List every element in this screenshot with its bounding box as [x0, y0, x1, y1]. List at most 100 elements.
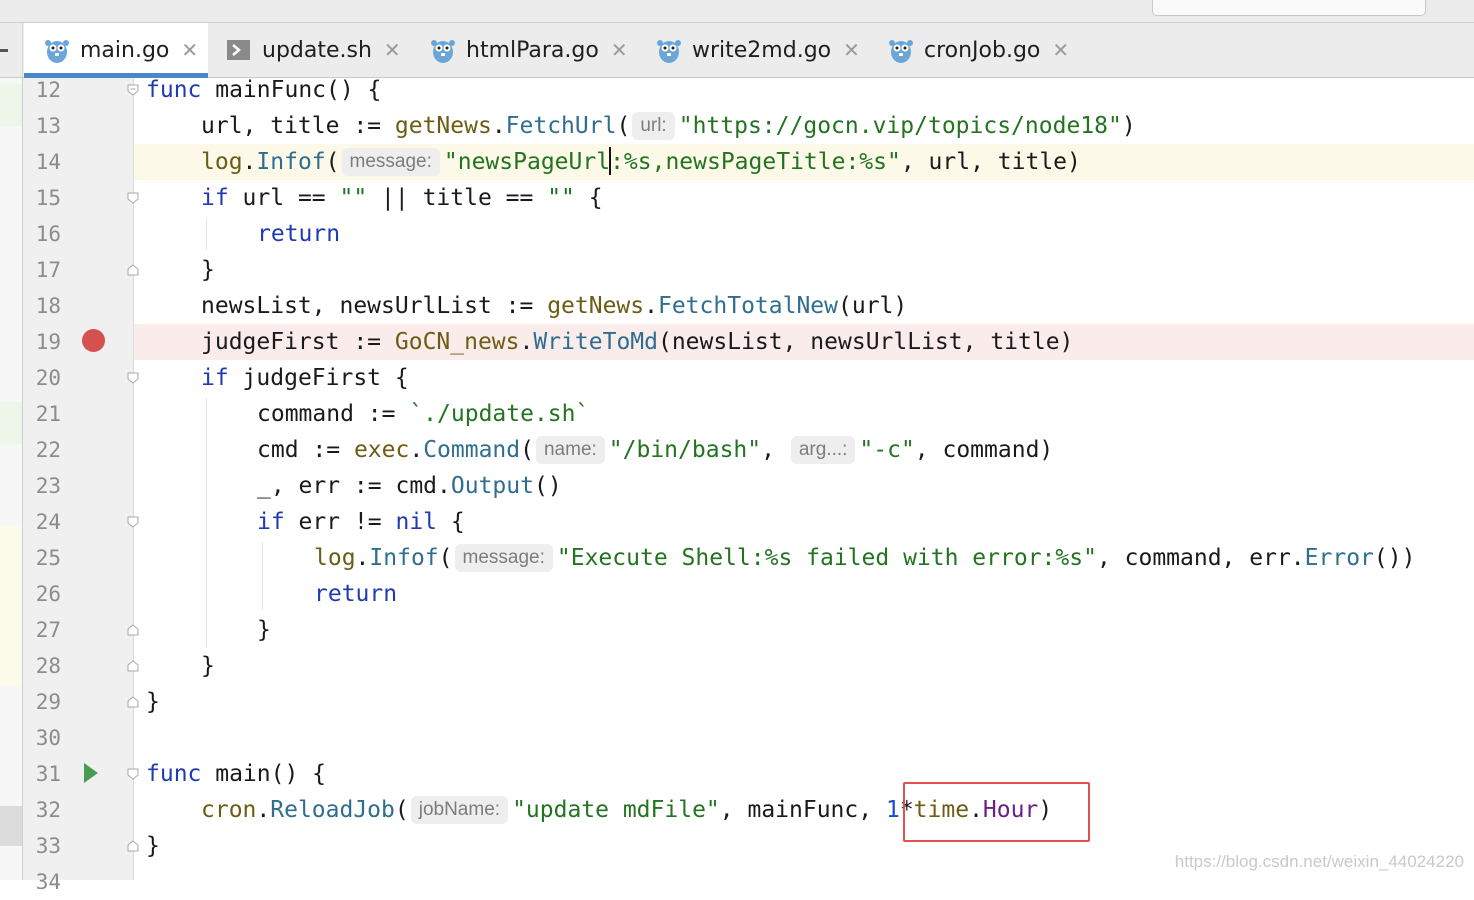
code-line-29[interactable]: 29 }	[0, 684, 1474, 720]
run-icon[interactable]	[84, 763, 98, 783]
code-line-13[interactable]: 13 url, title := getNews.FetchUrl(url: "h…	[0, 108, 1474, 144]
gopher-icon	[430, 36, 456, 64]
code-line-18[interactable]: 18 newsList, newsUrlList := getNews.Fetc…	[0, 288, 1474, 324]
code-line-22[interactable]: 22 cmd := exec.Command(name: "/bin/bash",…	[0, 432, 1474, 468]
code-line-27[interactable]: 27 }	[0, 612, 1474, 648]
fold-close-icon[interactable]	[127, 840, 139, 852]
code-line-21[interactable]: 21 command := `./update.sh`	[0, 396, 1474, 432]
watermark: https://blog.csdn.net/weixin_44024220	[1174, 852, 1464, 871]
code-text[interactable]: return	[257, 216, 340, 252]
close-tab-icon[interactable]: ✕	[843, 38, 860, 62]
code-line-28[interactable]: 28 }	[0, 648, 1474, 684]
code-text[interactable]: cmd := exec.Command(name: "/bin/bash", ar…	[257, 432, 1053, 468]
close-tab-icon[interactable]: ✕	[1052, 38, 1069, 62]
code-text[interactable]: if judgeFirst {	[201, 360, 409, 396]
parameter-hint: jobName:	[410, 796, 509, 824]
line-number: 32	[35, 798, 61, 822]
code-text[interactable]: }	[146, 684, 160, 720]
code-line-17[interactable]: 17 }	[0, 252, 1474, 288]
fold-close-icon[interactable]	[127, 660, 139, 672]
code-line-30[interactable]: 30	[0, 720, 1474, 756]
tab-cronjob-go[interactable]: cronJob.go ✕	[888, 23, 1069, 77]
line-number: 31	[35, 762, 61, 786]
close-tab-icon[interactable]: ✕	[181, 38, 198, 62]
code-text[interactable]: url, title := getNews.FetchUrl(url: "http…	[201, 108, 1136, 144]
gopher-icon	[656, 36, 682, 64]
code-text[interactable]: judgeFirst := GoCN_news.WriteToMd(newsLi…	[201, 324, 1073, 360]
editor-tab-bar: main.go ✕ update.sh ✕ htmlPara.go ✕ writ…	[0, 23, 1474, 78]
tab-update-sh[interactable]: update.sh ✕	[226, 23, 401, 77]
fold-close-icon[interactable]	[127, 264, 139, 276]
tab-label: main.go	[80, 37, 170, 63]
window-top-strip	[0, 0, 1474, 23]
code-text[interactable]: if err != nil {	[257, 504, 465, 540]
indent-guide	[206, 218, 207, 250]
line-number: 16	[35, 222, 61, 246]
fold-close-icon[interactable]	[127, 696, 139, 708]
code-text[interactable]: }	[201, 648, 215, 684]
close-tab-icon[interactable]: ✕	[611, 38, 628, 62]
code-text[interactable]: _, err := cmd.Output()	[257, 468, 562, 504]
code-line-14[interactable]: 14 log.Infof(message: "newsPageUrl:%s,new…	[0, 144, 1474, 180]
parameter-hint: url:	[632, 112, 675, 140]
parameter-hint: message:	[454, 544, 553, 572]
code-line-31[interactable]: 31 func main() {	[0, 756, 1474, 792]
code-line-25[interactable]: 25 log.Infof(message: "Execute Shell:%s f…	[0, 540, 1474, 576]
code-text[interactable]: command := `./update.sh`	[257, 396, 589, 432]
line-number: 28	[35, 654, 61, 678]
search-field[interactable]	[1152, 0, 1426, 16]
line-number: 19	[35, 330, 61, 354]
tab-scroll-left[interactable]	[0, 23, 23, 77]
code-text[interactable]: log.Infof(message: "Execute Shell:%s fail…	[314, 540, 1415, 576]
line-number: 33	[35, 834, 61, 858]
code-line-23[interactable]: 23 _, err := cmd.Output()	[0, 468, 1474, 504]
line-number: 18	[35, 294, 61, 318]
tab-label: cronJob.go	[924, 37, 1041, 63]
code-line-20[interactable]: 20 if judgeFirst {	[0, 360, 1474, 396]
line-number: 23	[35, 474, 61, 498]
fold-open-icon[interactable]	[127, 516, 139, 528]
fold-close-icon[interactable]	[127, 624, 139, 636]
close-tab-icon[interactable]: ✕	[384, 38, 401, 62]
tab-htmlpara-go[interactable]: htmlPara.go ✕	[430, 23, 628, 77]
line-number: 30	[35, 726, 61, 750]
line-number: 34	[35, 870, 61, 894]
code-text[interactable]: newsList, newsUrlList := getNews.FetchTo…	[201, 288, 907, 324]
annotation-highlight-box	[903, 782, 1090, 842]
line-number: 27	[35, 618, 61, 642]
tab-label: write2md.go	[692, 37, 832, 63]
fold-open-icon[interactable]	[127, 768, 139, 780]
fold-open-icon[interactable]	[127, 372, 139, 384]
code-line-32[interactable]: 32 cron.ReloadJob(jobName: "update mdFile…	[0, 792, 1474, 828]
code-text[interactable]: }	[257, 612, 271, 648]
fold-open-icon[interactable]	[127, 192, 139, 204]
shell-script-icon	[226, 36, 252, 64]
line-number: 14	[35, 150, 61, 174]
code-text[interactable]: func main() {	[146, 756, 326, 792]
code-text[interactable]: return	[314, 576, 397, 612]
code-line-15[interactable]: 15 if url == "" || title == "" {	[0, 180, 1474, 216]
code-line-19[interactable]: 19 judgeFirst := GoCN_news.WriteToMd(new…	[0, 324, 1474, 360]
tab-main-go[interactable]: main.go ✕	[24, 23, 208, 78]
indent-guide	[262, 542, 263, 610]
code-text[interactable]: func mainFunc() {	[146, 72, 381, 108]
code-line-24[interactable]: 24 if err != nil {	[0, 504, 1474, 540]
line-number: 20	[35, 366, 61, 390]
code-text[interactable]: }	[146, 828, 160, 864]
breakpoint-icon[interactable]	[82, 329, 105, 352]
tab-write2md-go[interactable]: write2md.go ✕	[656, 23, 860, 77]
code-line-26[interactable]: 26 return	[0, 576, 1474, 612]
code-line-16[interactable]: 16 return	[0, 216, 1474, 252]
code-text[interactable]: }	[201, 252, 215, 288]
indent-guide	[206, 398, 207, 648]
line-number: 13	[35, 114, 61, 138]
tab-label: update.sh	[262, 37, 372, 63]
fold-open-icon[interactable]	[127, 84, 139, 96]
line-number: 15	[35, 186, 61, 210]
code-line-12[interactable]: 12 func mainFunc() {	[0, 72, 1474, 108]
line-number: 25	[35, 546, 61, 570]
line-number: 17	[35, 258, 61, 282]
code-text[interactable]: if url == "" || title == "" {	[201, 180, 603, 216]
code-text[interactable]: log.Infof(message: "newsPageUrl:%s,newsPa…	[201, 144, 1081, 180]
line-number: 22	[35, 438, 61, 462]
